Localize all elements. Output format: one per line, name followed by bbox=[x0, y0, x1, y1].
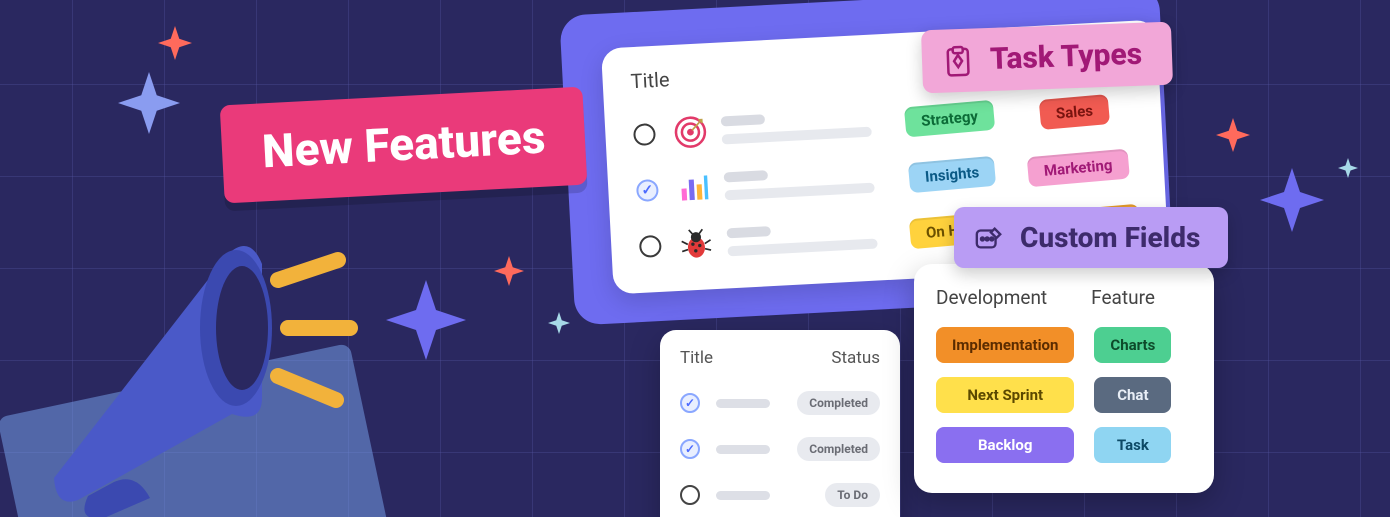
column-header-status: Status bbox=[831, 348, 880, 368]
checkbox[interactable]: ✓ bbox=[680, 393, 700, 413]
column-header-title: Title bbox=[630, 67, 670, 93]
tag-custom-fields: Custom Fields bbox=[954, 207, 1228, 268]
status-badge: Completed bbox=[797, 391, 880, 415]
sparkle-icon bbox=[1338, 158, 1358, 178]
tag-task-types: Task Types bbox=[921, 22, 1173, 94]
custom-fields-col-feature: Charts Chat Task bbox=[1094, 327, 1171, 463]
checkbox[interactable] bbox=[633, 123, 656, 146]
table-row: ✓ Completed bbox=[680, 380, 880, 426]
placeholder-text bbox=[727, 219, 898, 256]
tag-pill[interactable]: Sales bbox=[1039, 94, 1110, 130]
tag-label: Custom Fields bbox=[1020, 221, 1200, 254]
tag-pill[interactable]: Strategy bbox=[903, 100, 994, 138]
hero-illustration: Title Status Strategy Sales ✓ bbox=[0, 0, 1390, 517]
table-row: To Do bbox=[680, 472, 880, 517]
field-pill[interactable]: Implementation bbox=[936, 327, 1074, 363]
status-card: Title Status ✓ Completed ✓ Completed To … bbox=[660, 330, 900, 517]
field-pill[interactable]: Next Sprint bbox=[936, 377, 1074, 413]
sparkle-icon bbox=[1260, 168, 1324, 232]
placeholder-text bbox=[716, 491, 770, 500]
status-badge: To Do bbox=[825, 483, 880, 507]
clipboard-icon bbox=[942, 44, 975, 77]
checkbox[interactable] bbox=[639, 235, 662, 258]
sparkle-icon bbox=[386, 280, 466, 360]
headline-banner: New Features bbox=[220, 87, 588, 204]
megaphone-icon bbox=[18, 210, 358, 517]
placeholder-text bbox=[721, 108, 892, 145]
status-badge: Completed bbox=[797, 437, 880, 461]
checkbox[interactable]: ✓ bbox=[636, 179, 659, 202]
sparkle-icon bbox=[1216, 118, 1250, 152]
field-pill[interactable]: Task bbox=[1094, 427, 1171, 463]
sparkle-icon bbox=[494, 256, 524, 286]
table-row: ✓ Completed bbox=[680, 426, 880, 472]
placeholder-text bbox=[716, 445, 770, 454]
checkbox[interactable] bbox=[680, 485, 700, 505]
placeholder-text bbox=[724, 164, 895, 201]
bug-icon bbox=[678, 226, 714, 262]
column-header-feature: Feature bbox=[1091, 286, 1155, 309]
custom-fields-card: Development Feature Implementation Next … bbox=[914, 264, 1214, 493]
field-pill[interactable]: Charts bbox=[1094, 327, 1171, 363]
bar-chart-icon bbox=[675, 170, 711, 206]
sparkle-icon bbox=[548, 312, 570, 334]
custom-fields-col-development: Implementation Next Sprint Backlog bbox=[936, 327, 1074, 463]
sparkle-icon bbox=[118, 72, 180, 134]
sparkle-icon bbox=[158, 26, 192, 60]
tag-pill[interactable]: Marketing bbox=[1026, 149, 1129, 188]
target-icon bbox=[673, 114, 709, 150]
edit-field-icon bbox=[974, 223, 1004, 253]
field-pill[interactable]: Backlog bbox=[936, 427, 1074, 463]
headline-text: New Features bbox=[261, 111, 547, 180]
checkbox[interactable]: ✓ bbox=[680, 439, 700, 459]
tag-pill[interactable]: Insights bbox=[908, 156, 997, 193]
tag-label: Task Types bbox=[989, 37, 1142, 77]
column-header-development: Development bbox=[936, 286, 1047, 309]
placeholder-text bbox=[716, 399, 770, 408]
column-header-title: Title bbox=[680, 348, 713, 368]
field-pill[interactable]: Chat bbox=[1094, 377, 1171, 413]
